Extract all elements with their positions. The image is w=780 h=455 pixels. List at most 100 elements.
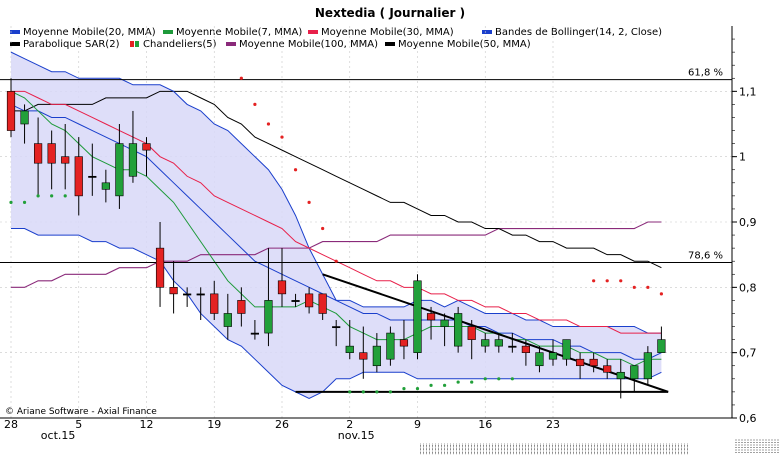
legend-swatch: [226, 42, 236, 46]
candle-down: [155, 247, 165, 288]
candle-down: [169, 287, 178, 295]
sar-dot: [253, 102, 257, 106]
legend-label: Chandeliers(5): [143, 39, 217, 50]
fib-level-label: 61,8 %: [688, 68, 723, 79]
y-tick-label: 0,6: [739, 412, 757, 425]
candle-up: [196, 293, 205, 296]
candle-up: [535, 352, 544, 367]
candle-up: [291, 300, 300, 302]
sar-dot: [280, 135, 284, 139]
candle-down: [304, 293, 314, 308]
candle-down: [318, 293, 327, 314]
sar-dot: [605, 279, 609, 283]
candle-up: [386, 332, 395, 360]
y-tick-label: 1,1: [739, 85, 757, 98]
sar-dot: [483, 377, 487, 381]
candle-up: [250, 332, 260, 335]
candle-down: [61, 156, 70, 164]
candle-down: [237, 300, 246, 314]
candle-down: [521, 345, 530, 353]
candle-up: [20, 110, 29, 125]
sar-dot: [415, 387, 420, 391]
sar-dot: [632, 285, 636, 289]
candle-down: [467, 326, 476, 340]
sar-dot: [50, 194, 54, 198]
candle-up: [115, 143, 124, 197]
candle-down: [47, 143, 56, 164]
x-tick-label: 19: [207, 418, 221, 431]
candle-up: [616, 371, 625, 380]
candle-up: [332, 326, 341, 329]
legend-swatch: [10, 30, 20, 34]
sar-dot: [266, 122, 271, 126]
candle-up: [508, 345, 517, 348]
x-tick-label: 12: [140, 418, 154, 431]
candle-down: [210, 293, 219, 314]
sar-dot: [497, 377, 501, 381]
legend-swatch: [135, 41, 139, 47]
fib-level-label: 78,6 %: [688, 251, 723, 262]
sar-dot: [22, 200, 27, 204]
legend-label: Bandes de Bollinger(14, 2, Close): [495, 27, 662, 38]
y-tick-label: 0,7: [739, 347, 757, 360]
candle-down: [33, 143, 43, 164]
candle-up: [223, 313, 232, 327]
legend-label: Moyenne Mobile(20, MMA): [23, 27, 156, 38]
legend-swatch: [385, 42, 395, 46]
sar-dot: [510, 377, 514, 381]
candle-up: [562, 339, 571, 360]
candle-up: [183, 293, 192, 296]
candle-down: [142, 143, 151, 151]
candle-up: [88, 175, 97, 178]
candle-up: [643, 352, 652, 380]
y-tick-label: 0,9: [739, 216, 757, 229]
legend-swatch: [163, 30, 173, 34]
candle-down: [6, 91, 16, 131]
sar-dot: [402, 387, 406, 391]
sar-dot: [36, 194, 40, 198]
legend-swatch: [10, 42, 20, 46]
candle-up: [372, 345, 381, 367]
y-tick-label: 0,8: [739, 281, 757, 294]
candle-up: [264, 300, 273, 334]
candle-down: [603, 365, 612, 373]
candle-down: [359, 352, 368, 360]
month-label: nov.15: [338, 429, 375, 442]
sar-dot: [592, 279, 596, 283]
sar-dot: [443, 383, 447, 387]
chart-title: Nextedia ( Journalier ): [315, 6, 465, 20]
legend-label: Moyenne Mobile(100, MMA): [239, 39, 378, 50]
candle-up: [548, 352, 558, 360]
month-label: oct.15: [41, 429, 76, 442]
sar-dot: [63, 194, 67, 198]
legend-label: Parabolique SAR(2): [23, 39, 120, 50]
sar-dot: [334, 259, 338, 263]
candle-up: [128, 143, 138, 177]
candle-down: [426, 313, 436, 321]
sar-dot: [361, 390, 365, 394]
sar-dot: [348, 390, 352, 394]
legend-swatch: [308, 30, 318, 34]
sar-dot: [321, 226, 325, 231]
candle-up: [413, 280, 422, 353]
sar-dot: [388, 390, 392, 394]
x-tick-label: 23: [546, 418, 560, 431]
x-tick-label: 26: [275, 418, 289, 431]
legend-swatch: [482, 30, 492, 34]
sar-dot: [375, 390, 379, 394]
sar-dot: [456, 380, 460, 384]
legend-label: Moyenne Mobile(50, MMA): [398, 39, 531, 50]
copyright-text: © Ariane Software - Axial Finance: [5, 407, 157, 417]
stock-chart: Nextedia ( Journalier ) Moyenne Mobile(2…: [0, 0, 780, 455]
legend-label: Moyenne Mobile(30, MMA): [321, 27, 454, 38]
legend-swatch: [130, 41, 134, 47]
sar-dot: [470, 380, 474, 384]
sar-dot: [293, 168, 298, 172]
sar-dot: [239, 76, 243, 80]
sar-dot: [646, 285, 650, 289]
legend-label: Moyenne Mobile(7, MMA): [176, 27, 302, 38]
candle-down: [589, 358, 598, 367]
candle-up: [101, 182, 110, 190]
y-tick-label: 1: [739, 151, 746, 164]
candle-up: [657, 339, 666, 353]
